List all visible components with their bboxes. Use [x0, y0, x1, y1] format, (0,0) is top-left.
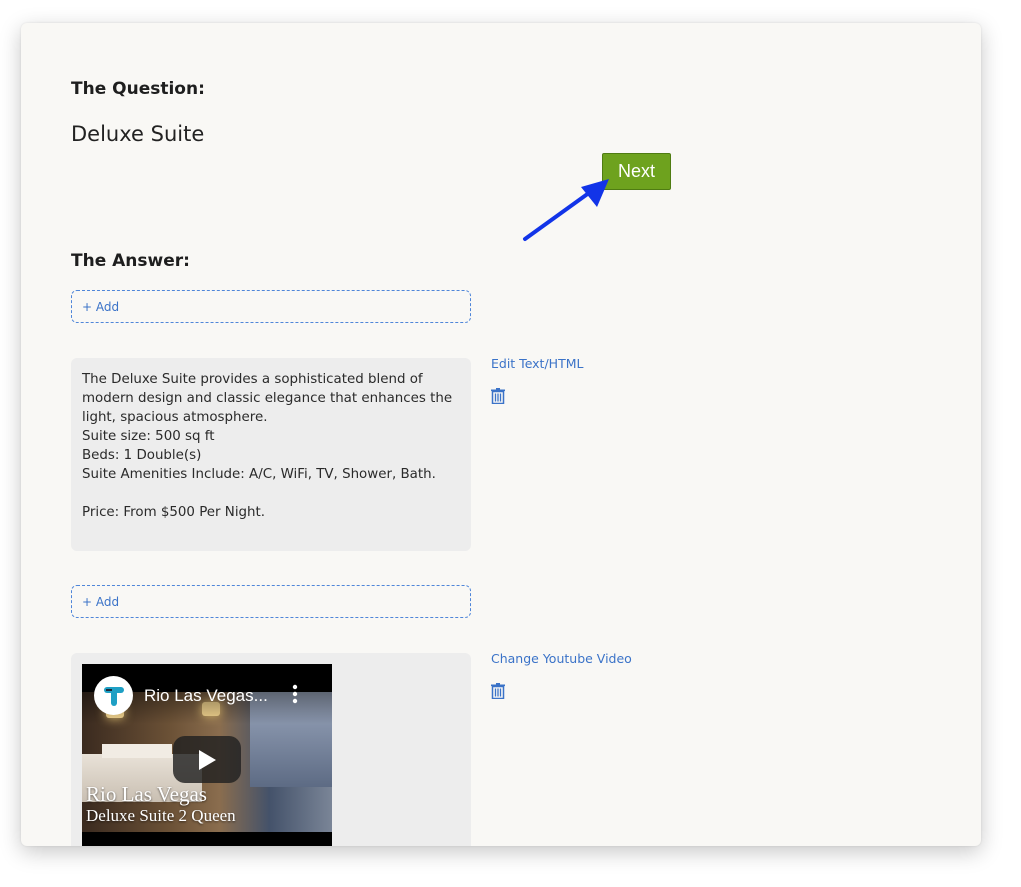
youtube-video-embed[interactable]: Rio Las Vegas... Rio Las Vegas Deluxe Su…	[82, 664, 332, 846]
add-answer-button[interactable]: + Add	[71, 585, 471, 618]
question-heading: The Question:	[71, 79, 205, 99]
price-line: Price: From $500 Per Night.	[82, 505, 266, 520]
add-answer-button[interactable]: + Add	[71, 290, 471, 323]
answer-text-block: The Deluxe Suite provides a sophisticate…	[71, 358, 471, 551]
question-text: Deluxe Suite	[71, 122, 205, 146]
pointer-arrow-icon	[523, 179, 609, 241]
change-youtube-video-link[interactable]: Change Youtube Video	[491, 651, 632, 666]
answer-video-block: Rio Las Vegas... Rio Las Vegas Deluxe Su…	[71, 653, 471, 846]
video-caption-title: Rio Las Vegas	[86, 782, 207, 806]
description-line: modern design and classic elegance that …	[82, 391, 453, 406]
edit-text-html-link[interactable]: Edit Text/HTML	[491, 356, 583, 371]
thumbnail-pillow	[102, 744, 172, 758]
play-icon	[199, 749, 216, 770]
kebab-menu-icon[interactable]	[292, 684, 298, 704]
trash-icon[interactable]	[491, 683, 505, 699]
question-answer-card: The Question: Deluxe Suite Next The Answ…	[21, 23, 981, 846]
video-title[interactable]: Rio Las Vegas...	[144, 686, 268, 706]
amenities-line: Suite Amenities Include: A/C, WiFi, TV, …	[82, 467, 436, 482]
suite-size-line: Suite size: 500 sq ft	[82, 429, 215, 444]
play-button[interactable]	[173, 736, 241, 783]
video-caption-subtitle: Deluxe Suite 2 Queen	[86, 806, 236, 825]
description-line: light, spacious atmosphere.	[82, 410, 268, 425]
description-line: The Deluxe Suite provides a sophisticate…	[82, 372, 423, 387]
add-label: + Add	[82, 299, 120, 314]
answer-heading: The Answer:	[71, 251, 190, 271]
trash-icon[interactable]	[491, 388, 505, 404]
channel-logo-icon[interactable]	[94, 676, 133, 715]
beds-line: Beds: 1 Double(s)	[82, 448, 202, 463]
add-label: + Add	[82, 594, 120, 609]
channel-logo-mark	[103, 686, 124, 706]
